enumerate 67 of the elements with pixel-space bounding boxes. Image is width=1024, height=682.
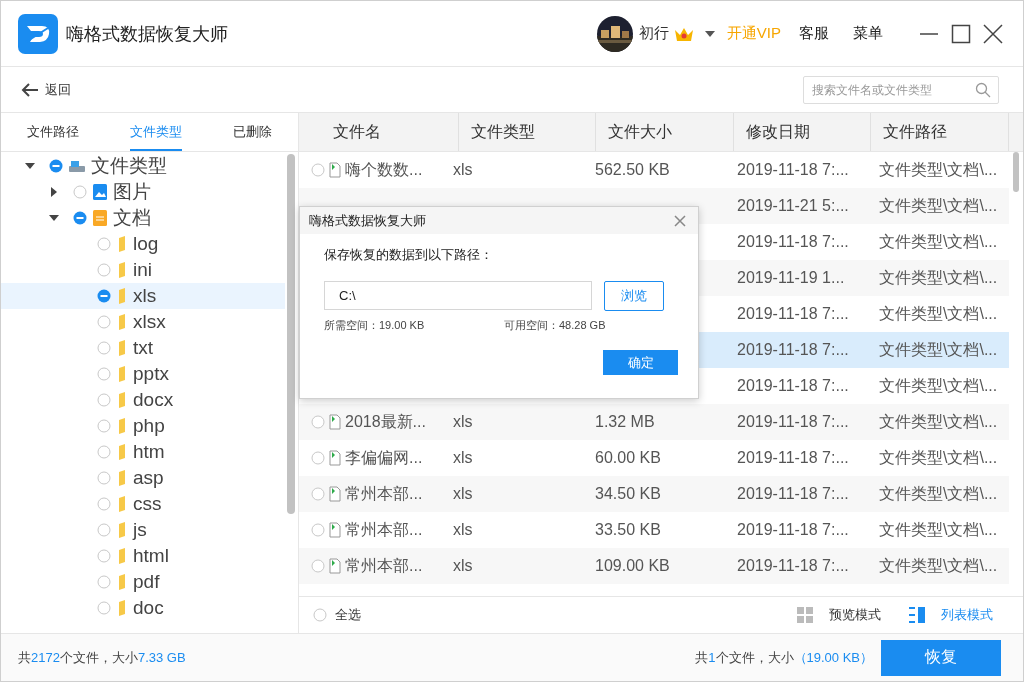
tree-label: htm — [133, 440, 165, 464]
table-cell: xls — [453, 557, 473, 575]
table-cell: 2019-11-18 7:... — [737, 305, 849, 323]
tree-label: txt — [133, 336, 154, 360]
table-cell-text: 文件类型\文档\... — [879, 375, 998, 396]
tree-label: ini — [133, 258, 152, 282]
table-cell-text: 文件类型\文档\... — [879, 483, 998, 504]
table-cell-text: 文件类型\文档\... — [879, 519, 998, 540]
dialog-prompt: 保存恢复的数据到以下路径： — [324, 246, 494, 264]
table-cell: 2019-11-18 7:... — [737, 557, 849, 575]
table-cell: 60.00 KB — [595, 449, 661, 467]
table-cell-text: 文件类型\文档\... — [879, 195, 998, 216]
selection-summary: 共1个文件，大小（19.00 KB） — [695, 648, 873, 667]
tree-label: 文档 — [113, 206, 151, 230]
table-cell-text: 文件类型\文档\... — [879, 411, 998, 432]
table-cell: xls — [453, 521, 473, 539]
table-cell: 2019-11-18 7:... — [737, 161, 849, 179]
table-cell: 2019-11-19 1... — [737, 269, 845, 287]
table-cell: 2019-11-18 7:... — [737, 521, 849, 539]
table-cell: 2019-11-18 7:... — [737, 413, 849, 431]
available-space: 可用空间：48.28 GB — [504, 318, 606, 333]
table-cell-text: 常州本部... — [345, 555, 423, 576]
dialog-title: 嗨格式数据恢复大师 — [309, 211, 426, 230]
table-cell: xls — [453, 485, 473, 503]
table-cell-text: 嗨个数数... — [345, 159, 423, 180]
table-cell: 2019-11-18 7:... — [737, 485, 849, 503]
table-cell: 2019-11-18 7:... — [737, 233, 849, 251]
tree-label: log — [133, 232, 159, 256]
table-cell: 34.50 KB — [595, 485, 661, 503]
tree-label: asp — [133, 466, 164, 490]
table-cell-text: 文件类型\文档\... — [879, 267, 998, 288]
table-cell: 2019-11-18 7:... — [737, 449, 849, 467]
table-cell-text: 文件类型\文档\... — [879, 447, 998, 468]
table-cell-text: 文件类型\文档\... — [879, 303, 998, 324]
tree-label: js — [133, 518, 147, 542]
tree-label: php — [133, 414, 165, 438]
total-summary: 共2172个文件，大小7.33 GB — [18, 648, 186, 667]
tree-label: doc — [133, 596, 164, 620]
table-cell: xls — [453, 413, 473, 431]
table-cell: 33.50 KB — [595, 521, 661, 539]
table-cell-text: 文件类型\文档\... — [879, 339, 998, 360]
table-cell: xls — [453, 449, 473, 467]
table-cell-text: 2018最新... — [345, 411, 426, 432]
table-cell: 1.32 MB — [595, 413, 655, 431]
tree-label: pptx — [133, 362, 169, 386]
table-cell-text: 李偏偏网... — [345, 447, 423, 468]
table-cell-text: 常州本部... — [345, 483, 423, 504]
tree-label: html — [133, 544, 169, 568]
tree-label: css — [133, 492, 162, 516]
tree-label: 文件类型 — [91, 154, 167, 178]
tree-label: 图片 — [113, 180, 151, 204]
table-cell: 562.50 KB — [595, 161, 670, 179]
table-cell: 109.00 KB — [595, 557, 670, 575]
tree-label: xlsx — [133, 310, 166, 334]
table-cell-text: 文件类型\文档\... — [879, 555, 998, 576]
table-cell: xls — [453, 161, 473, 179]
tree-label: xls — [133, 284, 157, 308]
table-cell: 2019-11-21 5:... — [737, 197, 849, 215]
table-cell-text: 文件类型\文档\... — [879, 159, 998, 180]
table-cell-text: 常州本部... — [345, 519, 423, 540]
table-cell: 2019-11-18 7:... — [737, 377, 849, 395]
tree-label: pdf — [133, 570, 160, 594]
tree-label: docx — [133, 388, 174, 412]
table-cell: 2019-11-18 7:... — [737, 341, 849, 359]
required-space: 所需空间：19.00 KB — [324, 318, 426, 333]
table-cell-text: 文件类型\文档\... — [879, 231, 998, 252]
app-title: 嗨格式数据恢复大师 — [66, 22, 228, 46]
